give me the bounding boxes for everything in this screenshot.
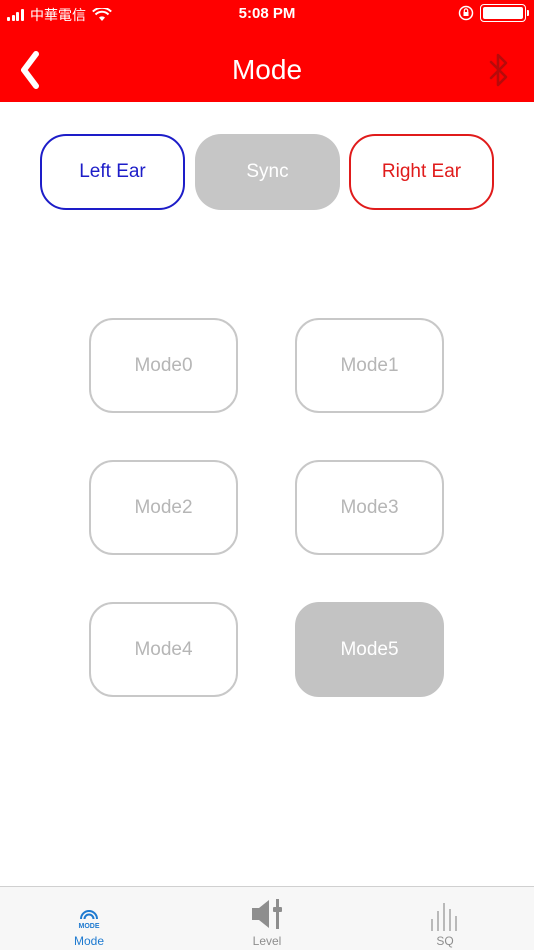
mode1-button[interactable]: Mode1 bbox=[295, 318, 444, 413]
sync-button[interactable]: Sync bbox=[195, 134, 340, 210]
tab-bar: MODE Mode Level SQ bbox=[0, 886, 534, 950]
screen: 中華電信 5:08 PM Mode Left Ear Sync Right Ea… bbox=[0, 0, 534, 950]
orientation-lock-icon bbox=[458, 5, 474, 21]
equalizer-bars-icon bbox=[431, 903, 457, 931]
status-bar: 中華電信 5:08 PM bbox=[0, 0, 534, 28]
bluetooth-icon bbox=[489, 53, 508, 87]
header: 中華電信 5:08 PM Mode bbox=[0, 0, 534, 102]
tab-level[interactable]: Level bbox=[178, 887, 356, 950]
battery-fill bbox=[483, 7, 523, 19]
tab-level-label: Level bbox=[252, 934, 282, 948]
nav-bar: Mode bbox=[0, 40, 534, 102]
left-ear-button[interactable]: Left Ear bbox=[40, 134, 185, 210]
speaker-level-icon bbox=[252, 899, 282, 929]
tab-mode-label: Mode bbox=[73, 934, 105, 948]
tab-sq-label: SQ bbox=[436, 934, 454, 948]
tab-sq[interactable]: SQ bbox=[356, 887, 534, 950]
page-title: Mode bbox=[231, 54, 303, 85]
mode2-button[interactable]: Mode2 bbox=[89, 460, 238, 555]
mode4-button[interactable]: Mode4 bbox=[89, 602, 238, 697]
mode-icon: MODE bbox=[79, 910, 100, 930]
status-time: 5:08 PM bbox=[238, 5, 296, 22]
status-right bbox=[458, 4, 529, 22]
bluetooth-button[interactable] bbox=[484, 50, 514, 92]
mode0-button[interactable]: Mode0 bbox=[89, 318, 238, 413]
mode3-button[interactable]: Mode3 bbox=[295, 460, 444, 555]
tab-mode[interactable]: MODE Mode bbox=[0, 887, 178, 950]
mode5-button[interactable]: Mode5 bbox=[295, 602, 444, 697]
right-ear-button[interactable]: Right Ear bbox=[349, 134, 494, 210]
battery-icon bbox=[480, 4, 529, 22]
mode-icon-text: MODE bbox=[79, 923, 100, 930]
